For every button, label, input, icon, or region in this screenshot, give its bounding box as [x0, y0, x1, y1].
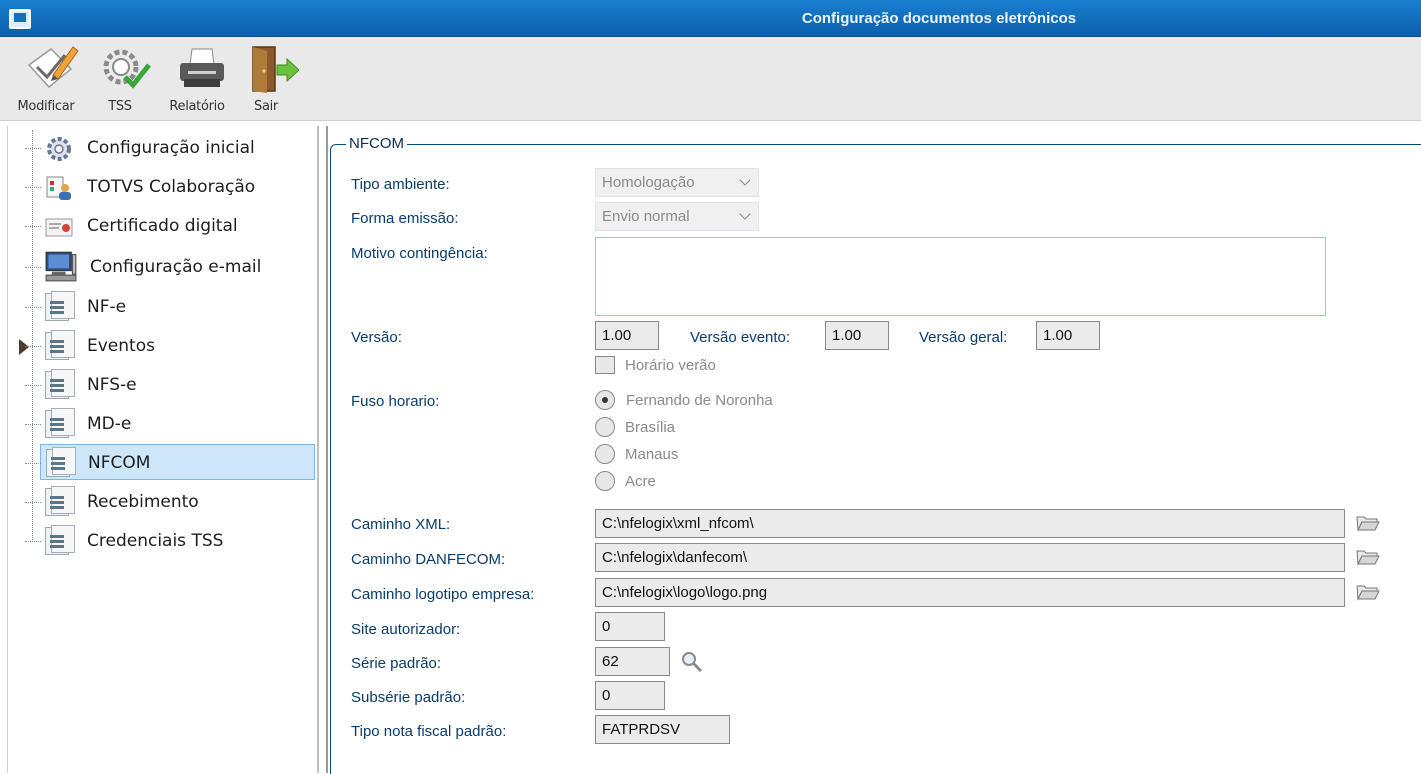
site-autorizador-input[interactable]: 0 [595, 612, 665, 641]
exit-button[interactable]: Sair [231, 37, 301, 120]
exit-door-icon [252, 46, 299, 93]
tree-item-label: NF-e [87, 297, 127, 317]
forma-emissao-value: Envio normal [602, 208, 690, 225]
window-title: Configuração documentos eletrônicos [801, 10, 1077, 27]
horario-verao-label: Horário verão [625, 357, 716, 374]
tree-item-configuracao-inicial[interactable]: Configuração inicial [25, 130, 315, 166]
tree-item-label: MD-e [87, 414, 132, 434]
radio-label: Manaus [625, 446, 679, 463]
tree-item-recebimento[interactable]: Recebimento [25, 484, 315, 520]
caminho-danfecom-label: Caminho DANFECOM: [351, 551, 506, 568]
tree-item-label: NFS-e [87, 375, 137, 395]
tree-item-certificado-digital[interactable]: Certificado digital [25, 208, 315, 244]
versao-label: Versão: [351, 329, 402, 346]
tree-item-label: Configuração e-mail [90, 257, 262, 277]
certificate-icon [45, 218, 73, 237]
tree-line [32, 130, 33, 542]
forma-emissao-label: Forma emissão: [351, 210, 459, 227]
tree-item-md-e[interactable]: MD-e [25, 406, 315, 442]
printer-icon [180, 48, 224, 87]
versao-geral-label: Versão geral: [919, 329, 1008, 346]
tree-item-nf-e[interactable]: NF-e [25, 289, 315, 325]
serie-padrao-label: Série padrão: [351, 655, 442, 672]
toolbar: Modificar TSS Relatório Sair [0, 37, 1421, 121]
report-label: Relatório [169, 99, 225, 114]
document-list-icon [45, 369, 75, 399]
site-autorizador-label: Site autorizador: [351, 621, 461, 638]
search-icon[interactable] [681, 651, 703, 673]
tipo-nota-fiscal-input[interactable]: FATPRDSV [595, 715, 730, 744]
document-list-icon [45, 330, 75, 360]
radio-label: Acre [625, 473, 656, 490]
tss-button[interactable]: TSS [85, 37, 155, 120]
versao-geral-input[interactable]: 1.00 [1036, 321, 1100, 350]
tipo-nota-fiscal-label: Tipo nota fiscal padrão: [351, 723, 507, 740]
tree-item-label: Credenciais TSS [87, 531, 224, 551]
tipo-ambiente-select[interactable]: Homologação [595, 168, 759, 197]
chevron-down-icon [739, 174, 751, 186]
tss-label: TSS [108, 99, 132, 114]
tree-item-label: NFCOM [88, 453, 151, 473]
radio-manaus[interactable] [595, 444, 615, 464]
tree-item-label: Configuração inicial [87, 138, 255, 158]
document-list-icon [45, 291, 75, 321]
expand-arrow-icon[interactable] [19, 339, 29, 355]
folder-open-icon[interactable] [1356, 548, 1380, 566]
tree-item-label: TOTVS Colaboração [87, 177, 256, 197]
folder-open-icon[interactable] [1356, 514, 1380, 532]
title-bar: Configuração documentos eletrônicos [0, 0, 1421, 37]
tree-item-nfs-e[interactable]: NFS-e [25, 367, 315, 403]
versao-input[interactable]: 1.00 [595, 321, 659, 350]
modify-label: Modificar [17, 99, 75, 114]
tree-item-label: Certificado digital [87, 216, 238, 236]
subserie-padrao-input[interactable]: 0 [595, 681, 665, 710]
subserie-padrao-label: Subsérie padrão: [351, 689, 466, 706]
caminho-xml-label: Caminho XML: [351, 516, 451, 533]
folder-open-icon[interactable] [1356, 583, 1380, 601]
fuso-horario-label: Fuso horario: [351, 393, 440, 410]
tree-item-totvs-colaboracao[interactable]: TOTVS Colaboração [25, 169, 315, 205]
radio-brasilia[interactable] [595, 417, 615, 437]
document-list-icon [46, 447, 76, 477]
document-list-icon [45, 525, 75, 555]
caminho-logotipo-label: Caminho logotipo empresa: [351, 586, 535, 603]
radio-acre[interactable] [595, 471, 615, 491]
caminho-logotipo-input[interactable]: C:\nfelogix\logo\logo.png [595, 578, 1345, 607]
caminho-danfecom-input[interactable]: C:\nfelogix\danfecom\ [595, 543, 1345, 572]
radio-label: Brasília [625, 419, 676, 436]
computer-icon [45, 251, 77, 282]
exit-label: Sair [254, 99, 278, 114]
document-list-icon [45, 408, 75, 438]
tipo-ambiente-label: Tipo ambiente: [351, 176, 450, 193]
tree-item-nfcom[interactable]: NFCOM [25, 444, 315, 480]
chevron-down-icon [739, 208, 751, 220]
versao-evento-label: Versão evento: [690, 329, 791, 346]
tree-item-eventos[interactable]: Eventos [25, 328, 315, 364]
tipo-ambiente-value: Homologação [602, 174, 695, 191]
versao-evento-input[interactable]: 1.00 [825, 321, 889, 350]
edit-pencil-icon [27, 46, 79, 89]
collaboration-icon [46, 176, 71, 200]
form-panel [326, 126, 1421, 774]
gear-check-icon [103, 49, 151, 89]
tree-item-configuracao-email[interactable]: Configuração e-mail [25, 249, 315, 285]
tree-item-credenciais-tss[interactable]: Credenciais TSS [25, 523, 315, 559]
report-button[interactable]: Relatório [162, 37, 232, 120]
motivo-contingencia-label: Motivo contingência: [351, 245, 488, 262]
tree-item-label: Eventos [87, 336, 155, 356]
radio-fernando-de-noronha[interactable] [595, 390, 615, 410]
serie-padrao-input[interactable]: 62 [595, 647, 670, 676]
forma-emissao-select[interactable]: Envio normal [595, 202, 759, 231]
horario-verao-checkbox[interactable] [595, 356, 615, 374]
caminho-xml-input[interactable]: C:\nfelogix\xml_nfcom\ [595, 509, 1345, 538]
document-list-icon [45, 486, 75, 516]
gear-icon [47, 137, 71, 161]
group-title: NFCOM [346, 135, 407, 152]
radio-label: Fernando de Noronha [626, 392, 773, 409]
motivo-contingencia-textarea[interactable] [595, 237, 1326, 316]
tree-item-label: Recebimento [87, 492, 199, 512]
modify-button[interactable]: Modificar [11, 37, 81, 120]
